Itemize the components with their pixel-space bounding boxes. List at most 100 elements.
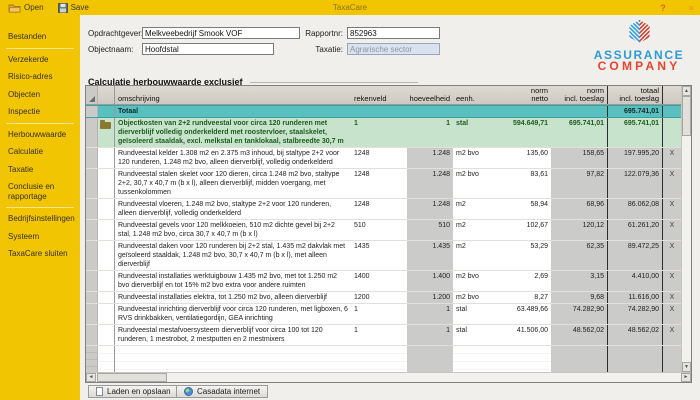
rekenveld-header[interactable]: rekenveld: [351, 86, 407, 104]
horizontal-scroll-thumb[interactable]: [97, 373, 167, 382]
row-icon-cell: [98, 199, 115, 219]
sidebar-item-herbouwwaarde[interactable]: Herbouwwaarde: [0, 126, 80, 144]
delete-cell[interactable]: X: [663, 292, 681, 303]
omschrijving-cell: Rundveestal inrichting dierverblijf voor…: [115, 304, 351, 324]
norm-toeslag-header[interactable]: norm incl. toeslag: [551, 86, 607, 104]
sidebar-item-objecten[interactable]: Objecten: [0, 86, 80, 104]
rekenveld-cell[interactable]: 1: [351, 304, 407, 324]
rapportnr-input[interactable]: [347, 27, 440, 39]
table-row[interactable]: Rundveestal mestafvoersysteem dierverbli…: [86, 325, 681, 346]
rekenveld-cell[interactable]: 1248: [351, 148, 407, 168]
row-icon-cell: [98, 118, 115, 147]
scroll-down-icon[interactable]: ▼: [682, 362, 691, 372]
help-icon[interactable]: ?: [660, 3, 666, 13]
rekenveld-cell[interactable]: 1248: [351, 169, 407, 198]
rekenveld-cell[interactable]: [351, 106, 407, 117]
taxatie-label: Taxatie:: [277, 45, 343, 54]
logo-line2: COMPANY: [583, 61, 695, 72]
totaal-cell: 74.282,90: [607, 304, 663, 324]
minimize-icon[interactable]: _: [675, 3, 680, 13]
norm-netto-header[interactable]: norm netto: [493, 86, 551, 104]
logo-hexagon-icon: [628, 19, 651, 44]
row-icon-cell: [98, 241, 115, 270]
totaal-cell: 695.741,01: [607, 118, 663, 147]
icon-header-cell[interactable]: [98, 86, 115, 104]
table-row[interactable]: Rundveestal installaties elektra, tot 1.…: [86, 292, 681, 304]
casadata-internet-button[interactable]: Casadata internet: [176, 385, 268, 398]
save-label: Save: [71, 3, 89, 12]
vertical-scroll-thumb[interactable]: [682, 96, 691, 136]
save-button[interactable]: Save: [58, 3, 89, 13]
sidebar-item-inspectie[interactable]: Inspectie: [0, 103, 80, 121]
eenheid-cell: m2 bvo: [453, 148, 493, 168]
delete-cell[interactable]: X: [663, 304, 681, 324]
table-row[interactable]: Rundveestal inrichting dierverblijf voor…: [86, 304, 681, 325]
hoeveelheid-cell: 1.248: [407, 148, 453, 168]
totaal-toeslag-header[interactable]: totaal incl. toeslag: [607, 86, 663, 104]
horizontal-scrollbar[interactable]: ◄ ►: [86, 372, 691, 382]
norm-toeslag-cell: 62,35: [551, 241, 607, 270]
laden-en-opslaan-button[interactable]: Laden en opslaan: [88, 385, 179, 398]
open-button[interactable]: Open: [8, 3, 44, 13]
sidebar-item-calculatie[interactable]: Calculatie: [0, 143, 80, 161]
scroll-up-icon[interactable]: ▲: [682, 86, 691, 96]
table-row[interactable]: Rundveestal daken voor 120 runderen bij …: [86, 241, 681, 271]
delete-cell[interactable]: X: [663, 199, 681, 219]
delete-cell[interactable]: X: [663, 169, 681, 198]
sidebar-item-taxatie[interactable]: Taxatie: [0, 161, 80, 179]
sidebar-item-verzekerde[interactable]: Verzekerde: [0, 51, 80, 69]
sidebar-item-conclusie-en-rapportage[interactable]: Conclusie en rapportage: [0, 178, 80, 205]
rekenveld-cell[interactable]: 1: [351, 118, 407, 147]
hoeveelheid-cell: 1.200: [407, 292, 453, 303]
scroll-right-icon[interactable]: ►: [681, 373, 691, 382]
rekenveld-cell[interactable]: 1: [351, 325, 407, 345]
rekenveld-cell[interactable]: 1435: [351, 241, 407, 270]
norm-toeslag-cell: 9,68: [551, 292, 607, 303]
norm-netto-cell: 594.649,71: [493, 118, 551, 147]
rekenveld-cell[interactable]: 1200: [351, 292, 407, 303]
rekenveld-cell[interactable]: 1400: [351, 271, 407, 291]
sidebar-item-risico-adres[interactable]: Risico-adres: [0, 68, 80, 86]
taxatie-input[interactable]: [347, 43, 440, 55]
eenheid-cell: stal: [453, 325, 493, 345]
delete-cell: [663, 118, 681, 147]
delete-cell[interactable]: X: [663, 148, 681, 168]
table-row[interactable]: Totaal695.741,01: [86, 105, 681, 118]
row-selector-cell: [86, 292, 98, 303]
sort-header-cell[interactable]: [86, 86, 98, 104]
row-selector-cell: [86, 118, 98, 147]
delete-cell: [663, 106, 681, 117]
sidebar-divider: [6, 48, 74, 49]
sidebar-item-bestanden[interactable]: Bestanden: [0, 28, 80, 46]
norm-netto-cell: 83,61: [493, 169, 551, 198]
delete-cell[interactable]: X: [663, 220, 681, 240]
sidebar-divider: [6, 123, 74, 124]
delete-cell[interactable]: X: [663, 325, 681, 345]
rekenveld-cell[interactable]: 1248: [351, 199, 407, 219]
delete-cell[interactable]: X: [663, 241, 681, 270]
eenheid-cell: m2: [453, 199, 493, 219]
table-row[interactable]: Rundveestal gevels voor 120 melkkoeien, …: [86, 220, 681, 241]
objectnaam-input[interactable]: [142, 43, 274, 55]
table-row[interactable]: Rundveestal installaties werktuigbouw 1.…: [86, 271, 681, 292]
omschrijving-header[interactable]: omschrijving: [115, 86, 351, 104]
close-icon[interactable]: ×: [689, 3, 694, 13]
table-row[interactable]: Rundveestal stalen skelet voor 120 diere…: [86, 169, 681, 199]
omschrijving-cell: Rundveestal vloeren, 1.248 m2 bvo, stalt…: [115, 199, 351, 219]
rekenveld-cell[interactable]: 510: [351, 220, 407, 240]
hoeveelheid-header[interactable]: hoeveelheid: [407, 86, 453, 104]
delete-cell[interactable]: X: [663, 271, 681, 291]
table-row[interactable]: Rundveestal vloeren, 1.248 m2 bvo, stalt…: [86, 199, 681, 220]
scroll-left-icon[interactable]: ◄: [86, 373, 96, 382]
sidebar-item-systeem[interactable]: Systeem: [0, 228, 80, 246]
table-row[interactable]: Objectkosten van 2+2 rundveestal voor ci…: [86, 118, 681, 148]
sidebar-item-bedrijfsinstellingen[interactable]: Bedrijfsinstellingen: [0, 210, 80, 228]
sidebar: Bestanden VerzekerdeRisico-adresObjectenI…: [0, 15, 80, 400]
sidebar-item-taxacare-sluiten[interactable]: TaxaCare sluiten: [0, 245, 80, 263]
vertical-scrollbar[interactable]: ▲ ▼: [681, 86, 691, 372]
eenheid-cell: m2 bvo: [453, 169, 493, 198]
globe-icon: [184, 387, 193, 396]
eenheid-cell: m2: [453, 241, 493, 270]
table-row[interactable]: Rundveestal kelder 1.308 m2 en 2.375 m3 …: [86, 148, 681, 169]
eenheid-header[interactable]: eenh.: [453, 86, 493, 104]
